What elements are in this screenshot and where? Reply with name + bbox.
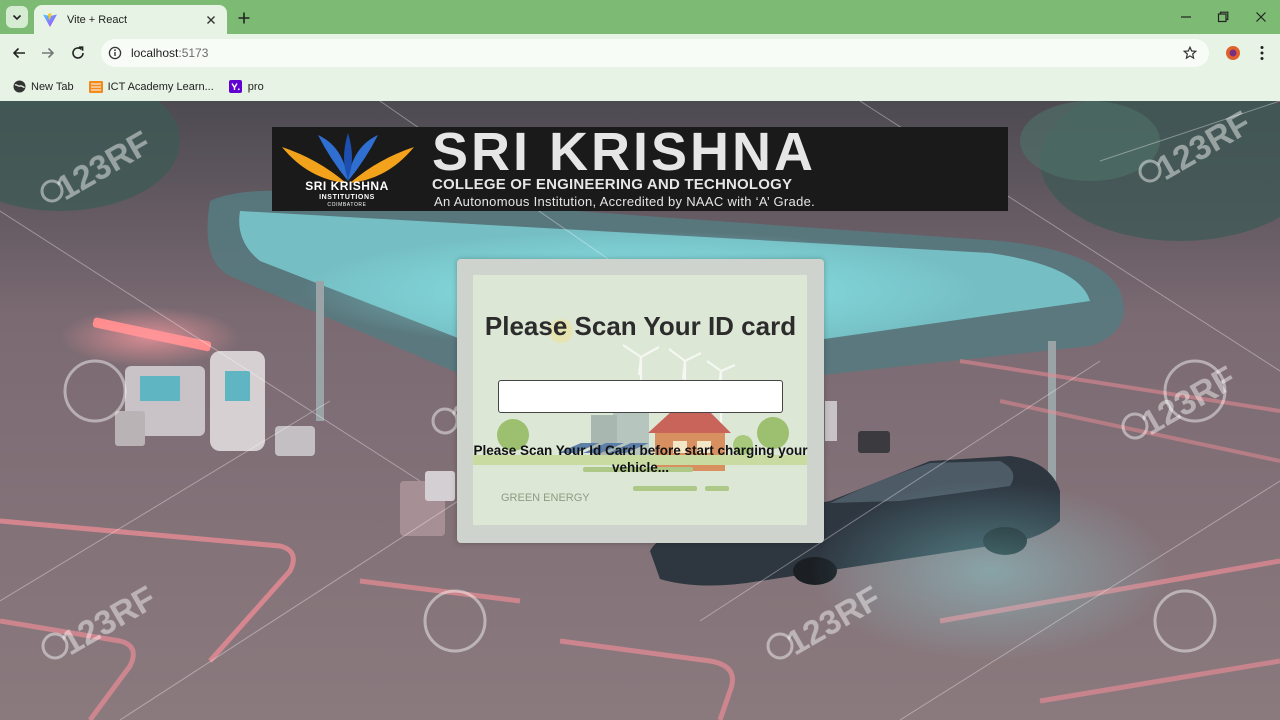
reload-icon xyxy=(72,46,84,59)
chevron-down-icon xyxy=(12,14,22,21)
site-info-icon[interactable] xyxy=(104,42,126,64)
browser-menu-button[interactable] xyxy=(1252,42,1272,64)
page-viewport: 123RF 123RF 123RF 123RF 123RF 123RF SRI … xyxy=(0,101,1280,720)
restore-icon xyxy=(1217,11,1229,23)
college-subtitle: COLLEGE OF ENGINEERING AND TECHNOLOGY xyxy=(432,176,793,193)
bookmark-star-icon[interactable] xyxy=(1178,41,1202,65)
plus-icon xyxy=(238,12,250,24)
bookmark-pro[interactable]: pro xyxy=(225,76,268,98)
college-tagline: An Autonomous Institution, Accredited by… xyxy=(434,194,816,209)
arrow-right-icon xyxy=(42,47,55,59)
browser-toolbar: localhost:5173 xyxy=(0,34,1280,72)
logo-location: COIMBATORE xyxy=(327,202,367,208)
url-text[interactable]: localhost:5173 xyxy=(131,46,1178,60)
logo-name: SRI KRISHNA xyxy=(305,179,389,193)
yahoo-icon xyxy=(229,80,243,94)
globe-icon xyxy=(12,80,26,94)
college-banner: SRI KRISHNA INSTITUTIONS COIMBATORE SRI … xyxy=(272,127,1008,211)
close-icon xyxy=(1256,12,1266,22)
extension-icon xyxy=(1226,46,1240,60)
ict-academy-icon xyxy=(88,80,103,94)
bookmark-label: pro xyxy=(247,80,264,93)
scan-id-card: GREEN ENERGY Please Scan Your ID card Pl… xyxy=(457,259,824,543)
logo-subtitle: INSTITUTIONS xyxy=(319,194,375,201)
bookmark-ict-academy[interactable]: ICT Academy Learn... xyxy=(85,76,218,98)
bookmark-new-tab[interactable]: New Tab xyxy=(8,76,78,98)
minimize-icon xyxy=(1181,16,1191,18)
browser-titlebar: Vite + React xyxy=(0,0,1280,34)
browser-tab-active[interactable]: Vite + React xyxy=(34,5,227,34)
scan-instruction: Please Scan Your Id Card before start ch… xyxy=(473,443,808,475)
tab-search-button[interactable] xyxy=(6,6,28,28)
tab-title: Vite + React xyxy=(67,13,128,26)
id-card-input[interactable] xyxy=(498,380,783,413)
close-tab-icon[interactable] xyxy=(203,12,219,28)
arrow-left-icon xyxy=(12,47,25,59)
bookmark-label: ICT Academy Learn... xyxy=(107,80,214,93)
restore-button[interactable] xyxy=(1208,5,1238,29)
kebab-menu-icon xyxy=(1260,46,1264,60)
minimize-button[interactable] xyxy=(1171,5,1201,29)
address-bar[interactable]: localhost:5173 xyxy=(101,39,1209,67)
college-logo xyxy=(282,133,414,183)
logo-caption: SRI KRISHNA INSTITUTIONS COIMBATORE xyxy=(272,179,422,208)
reload-button[interactable] xyxy=(66,41,90,65)
profile-avatar[interactable] xyxy=(1222,42,1244,64)
url-port: :5173 xyxy=(178,46,209,60)
green-energy-label: GREEN ENERGY xyxy=(501,492,590,504)
close-window-button[interactable] xyxy=(1246,5,1276,29)
url-host: localhost xyxy=(131,46,179,60)
scan-heading: Please Scan Your ID card xyxy=(484,311,797,341)
bookmarks-bar: New Tab ICT Academy Learn... pro xyxy=(0,72,1280,101)
vite-logo-icon xyxy=(43,12,57,27)
new-tab-button[interactable] xyxy=(233,7,255,29)
forward-button[interactable] xyxy=(36,41,60,65)
back-button[interactable] xyxy=(7,41,31,65)
bookmark-label: New Tab xyxy=(31,80,74,93)
college-name: SRI KRISHNA xyxy=(432,127,817,182)
